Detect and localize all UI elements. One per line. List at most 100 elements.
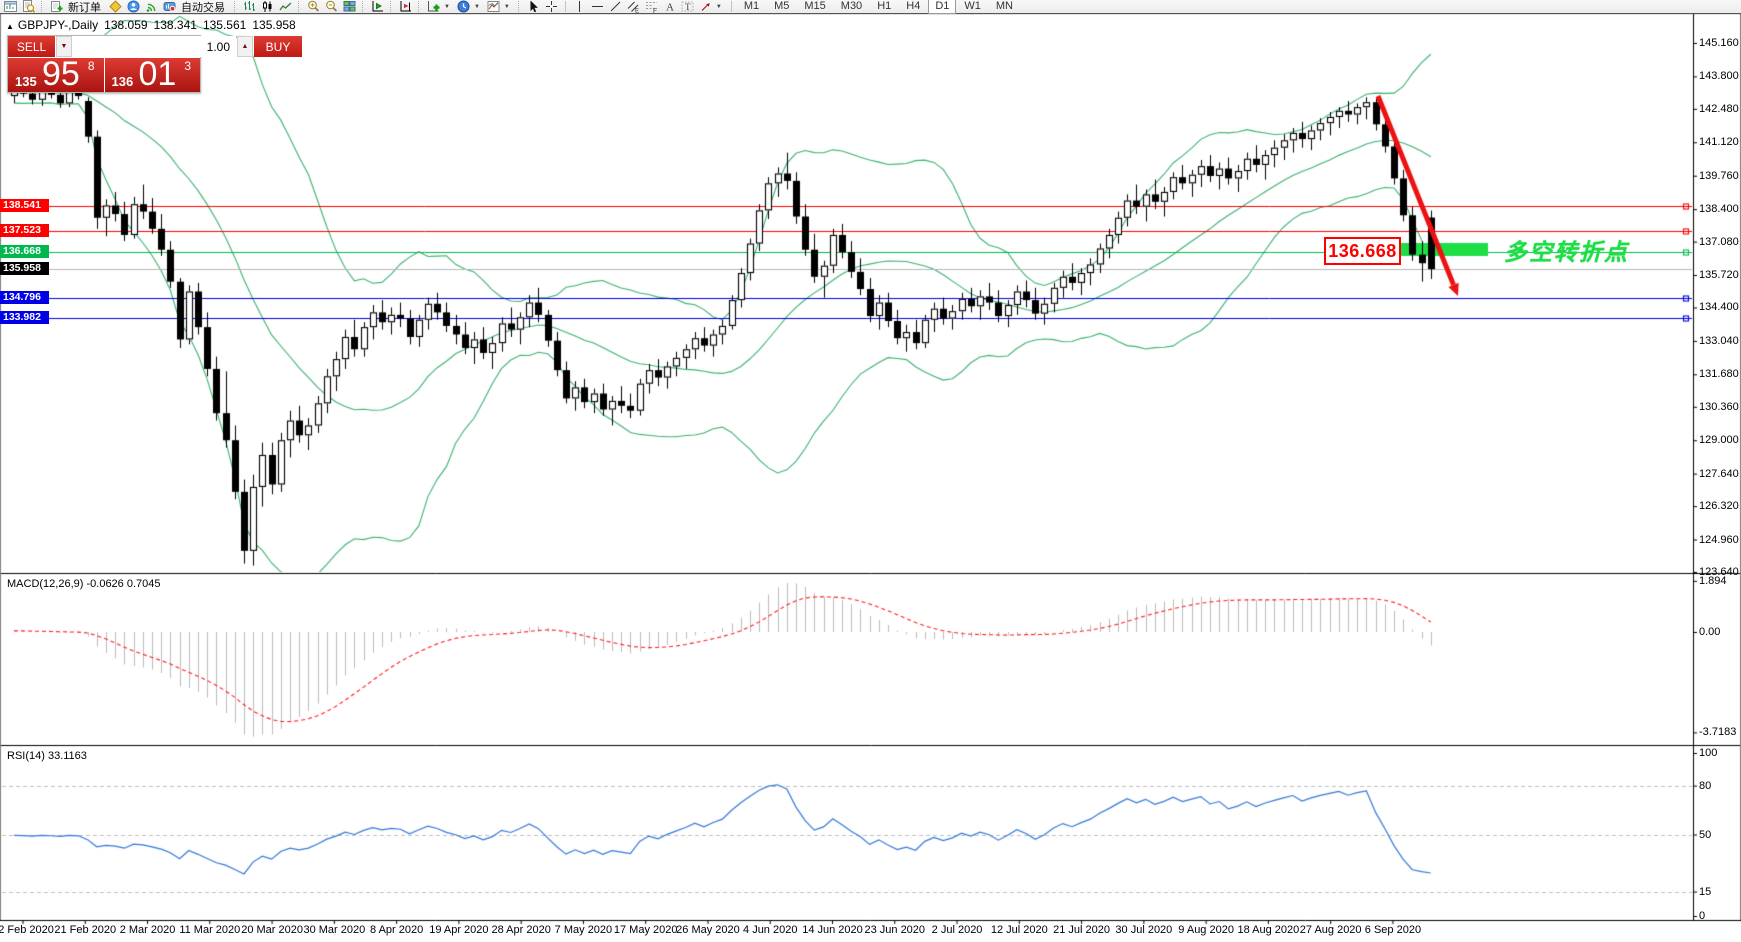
- svg-text:A: A: [666, 2, 674, 14]
- timeframe-m5[interactable]: M5: [768, 0, 795, 13]
- timeframe-d1[interactable]: D1: [929, 0, 955, 13]
- date-axis-label: 21 Feb 2020: [54, 924, 116, 936]
- quote-close: 135.958: [252, 18, 295, 32]
- data-window-icon[interactable]: [21, 0, 36, 13]
- date-axis-label: 21 Jul 2020: [1053, 924, 1110, 936]
- axis-tick-label: 0.00: [1699, 626, 1720, 638]
- autotrading-icon[interactable]: [162, 0, 177, 13]
- signals-icon[interactable]: [144, 0, 159, 13]
- metaeditor-icon[interactable]: [108, 0, 123, 13]
- axis-tick-label: 127.640: [1699, 468, 1739, 480]
- buy-price-prefix: 136: [112, 74, 134, 89]
- arrows-caret-icon[interactable]: ▼: [716, 4, 722, 10]
- text-icon[interactable]: A: [662, 0, 677, 13]
- date-axis-label: 30 Mar 2020: [303, 924, 365, 936]
- main-toolbar: 新订单 自动交易 ▼ ▼ ▼ E F A T ▼ M1 M5 M15 M30 H…: [0, 0, 1741, 14]
- auto-scroll-icon[interactable]: [370, 0, 385, 13]
- buy-button[interactable]: BUY: [254, 36, 302, 57]
- vertical-line-icon[interactable]: [572, 0, 587, 13]
- buy-price-big: 01: [139, 58, 177, 92]
- tile-windows-icon[interactable]: [342, 0, 357, 13]
- symbol-period-label: GBPJPY-,Daily: [18, 18, 98, 32]
- timeframe-h1[interactable]: H1: [871, 0, 897, 13]
- indicators-caret-icon[interactable]: ▼: [444, 4, 450, 10]
- axis-tick-label: 100: [1699, 747, 1717, 759]
- timeframe-w1[interactable]: W1: [958, 0, 987, 13]
- date-axis-label: 11 Mar 2020: [179, 924, 240, 936]
- axis-tick-label: 139.760: [1699, 170, 1739, 182]
- periods-icon[interactable]: [456, 0, 471, 13]
- date-axis-label: 12 Jul 2020: [991, 924, 1048, 936]
- buy-price-display[interactable]: 136 01 3: [105, 58, 201, 92]
- collapse-panel-icon[interactable]: ▲: [6, 22, 14, 31]
- sell-price-display[interactable]: 135 95 8: [8, 58, 104, 92]
- date-axis-label: 30 Jul 2020: [1115, 924, 1172, 936]
- axis-tick-label: 134.400: [1699, 301, 1739, 313]
- date-axis-label: 23 Jun 2020: [864, 924, 925, 936]
- community-icon[interactable]: [126, 0, 141, 13]
- axis-tick-label: 50: [1699, 829, 1711, 841]
- date-axis-label: 14 Jun 2020: [802, 924, 863, 936]
- rsi-label: RSI(14) 33.1163: [7, 750, 87, 762]
- sell-price-pip: 8: [88, 59, 95, 73]
- axis-tick-label: 126.320: [1699, 500, 1739, 512]
- sell-price-big: 95: [42, 58, 80, 92]
- equidistant-channel-icon[interactable]: E: [626, 0, 641, 13]
- timeframe-h4[interactable]: H4: [900, 0, 926, 13]
- volume-decrease-button[interactable]: ▼: [56, 36, 72, 57]
- axis-tick-label: 0: [1699, 910, 1705, 922]
- quote-low: 135.561: [203, 18, 246, 32]
- candlestick-chart-icon[interactable]: [260, 0, 275, 13]
- quote-high: 138.341: [154, 18, 197, 32]
- crosshair-icon[interactable]: [544, 0, 559, 13]
- chart-canvas[interactable]: [0, 0, 1741, 942]
- axis-tick-label: 129.000: [1699, 434, 1739, 446]
- arrows-icon[interactable]: [698, 0, 713, 13]
- date-axis-label: 2 Jul 2020: [932, 924, 983, 936]
- new-order-button[interactable]: 新订单: [68, 0, 101, 15]
- horizontal-line-icon[interactable]: [590, 0, 605, 13]
- timeframe-m1[interactable]: M1: [738, 0, 765, 13]
- trendline-icon[interactable]: [608, 0, 623, 13]
- buy-price-pip: 3: [184, 59, 191, 73]
- axis-tick-label: 131.680: [1699, 368, 1739, 380]
- timeframe-m30[interactable]: M30: [835, 0, 868, 13]
- price-tag: 133.982: [0, 311, 49, 324]
- line-chart-icon[interactable]: [278, 0, 293, 13]
- axis-tick-label: 138.400: [1699, 203, 1739, 215]
- templates-icon[interactable]: [486, 0, 501, 13]
- sell-price-prefix: 135: [15, 74, 37, 89]
- date-axis-label: 4 Jun 2020: [743, 924, 797, 936]
- volume-increase-button[interactable]: ▲: [237, 36, 253, 57]
- date-axis-label: 20 Mar 2020: [241, 924, 303, 936]
- axis-tick-label: 80: [1699, 780, 1711, 792]
- indicators-add-icon[interactable]: [426, 0, 441, 13]
- cursor-icon[interactable]: [526, 0, 541, 13]
- price-callout-136668[interactable]: 136.668: [1324, 237, 1401, 265]
- svg-text:F: F: [653, 8, 657, 13]
- new-order-icon[interactable]: [49, 0, 64, 13]
- bar-chart-icon[interactable]: [242, 0, 257, 13]
- templates-caret-icon[interactable]: ▼: [504, 4, 510, 10]
- zoom-in-icon[interactable]: [306, 0, 321, 13]
- date-axis-label: 18 Aug 2020: [1237, 924, 1299, 936]
- price-tag: 137.523: [0, 224, 49, 237]
- chart-shift-icon[interactable]: [398, 0, 413, 13]
- zoom-out-icon[interactable]: [324, 0, 339, 13]
- axis-tick-label: 130.360: [1699, 401, 1739, 413]
- autotrading-button[interactable]: 自动交易: [181, 0, 225, 15]
- sell-button[interactable]: SELL: [8, 36, 55, 57]
- price-tag: 135.958: [0, 262, 49, 275]
- chart-window-icon[interactable]: [3, 0, 18, 13]
- date-axis-label: 2 Mar 2020: [120, 924, 176, 936]
- text-label-icon[interactable]: T: [680, 0, 695, 13]
- timeframe-m15[interactable]: M15: [798, 0, 831, 13]
- svg-text:T: T: [685, 2, 691, 12]
- axis-tick-label: 143.800: [1699, 70, 1739, 82]
- turning-point-annotation[interactable]: 多空转折点: [1504, 233, 1629, 267]
- date-axis-label: 26 May 2020: [676, 924, 740, 936]
- volume-input[interactable]: [73, 36, 236, 57]
- fibonacci-icon[interactable]: F: [644, 0, 659, 13]
- periods-caret-icon[interactable]: ▼: [474, 4, 480, 10]
- timeframe-mn[interactable]: MN: [990, 0, 1019, 13]
